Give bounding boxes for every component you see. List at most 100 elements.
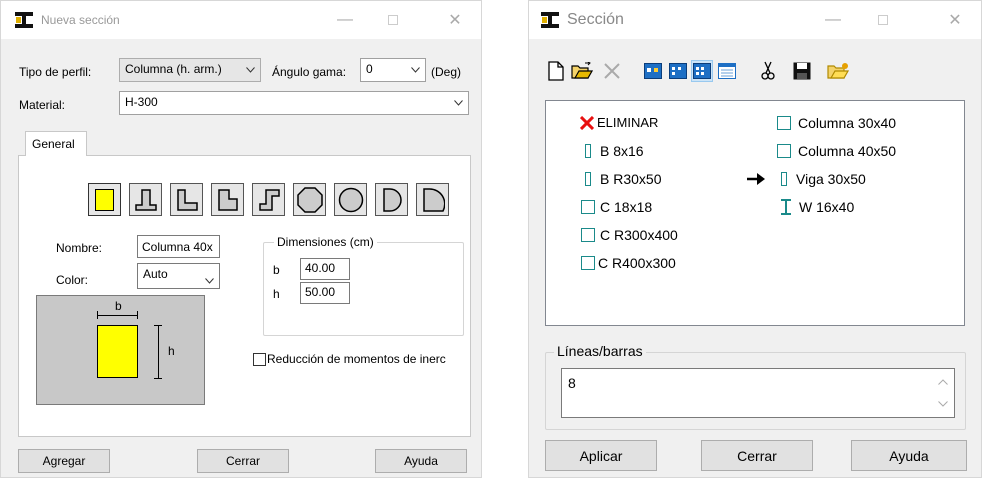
tipo-perfil-select[interactable]: Columna (h. arm.) <box>119 58 261 82</box>
delete-icon[interactable] <box>601 60 623 82</box>
list-item[interactable]: C R400x300 <box>581 255 676 271</box>
tab-general-label: General <box>32 137 75 151</box>
chevron-down-icon <box>411 67 420 73</box>
list-item[interactable]: ELIMINAR <box>580 115 658 130</box>
scroll-up-icon[interactable] <box>938 379 948 385</box>
minimize-icon[interactable]: — <box>811 1 855 39</box>
cut-icon[interactable] <box>757 60 779 82</box>
shape-quarter-circle-button[interactable] <box>416 183 449 216</box>
chevron-down-icon <box>205 278 214 284</box>
shape-l-button[interactable] <box>170 183 203 216</box>
cerrar-button[interactable]: Cerrar <box>701 440 813 471</box>
tipo-perfil-label: Tipo de perfil: <box>19 65 92 79</box>
new-document-icon[interactable] <box>545 60 567 82</box>
square-icon <box>777 116 791 130</box>
shape-toolbar <box>87 180 449 220</box>
list-item[interactable]: Columna 40x50 <box>777 143 896 159</box>
window-title: Sección <box>567 11 624 28</box>
list-item[interactable]: Viga 30x50 <box>781 171 866 187</box>
list-item-label: Viga 30x50 <box>796 171 866 187</box>
octagon-icon <box>296 186 323 213</box>
preview-b-label: b <box>115 299 122 313</box>
list-item[interactable]: Columna 30x40 <box>777 115 896 131</box>
title-bar: Sección — ✕ <box>529 1 981 39</box>
list-item-label: ELIMINAR <box>597 115 659 130</box>
square-icon <box>581 200 595 214</box>
agregar-label: Agregar <box>42 454 86 468</box>
app-i-beam-icon <box>15 12 33 28</box>
window-title: Nueva sección <box>41 13 120 27</box>
b-input[interactable]: 40.00 <box>300 258 350 280</box>
maximize-icon[interactable] <box>371 1 415 39</box>
color-label: Color: <box>56 273 89 287</box>
minimize-icon[interactable]: — <box>323 1 367 39</box>
square-icon <box>581 256 595 270</box>
shape-l2-button[interactable] <box>211 183 244 216</box>
material-select[interactable]: H-300 <box>119 91 469 115</box>
half-circle-icon <box>382 187 402 212</box>
lineas-textarea[interactable]: 8 <box>561 368 955 418</box>
h-label: h <box>273 287 280 301</box>
l-rect-icon <box>217 188 238 211</box>
dimensiones-title: Dimensiones (cm) <box>274 235 377 249</box>
view-large-icons-icon[interactable] <box>642 60 664 82</box>
reduccion-checkbox[interactable] <box>253 353 266 366</box>
scroll-down-icon[interactable] <box>938 401 948 407</box>
list-item[interactable]: W 16x40 <box>781 199 854 215</box>
maximize-icon[interactable] <box>861 1 905 39</box>
seccion-window: Sección — ✕ ELIMINAR B 8x16 B R30x50 C 1… <box>528 0 982 478</box>
shape-half-circle-button[interactable] <box>375 183 408 216</box>
save-icon[interactable] <box>791 60 813 82</box>
l-section-icon <box>176 188 198 211</box>
t-section-icon <box>134 188 157 211</box>
b-label: b <box>273 263 280 277</box>
agregar-button[interactable]: Agregar <box>18 449 110 473</box>
shape-rectangle-button[interactable] <box>88 183 121 216</box>
h-input[interactable]: 50.00 <box>300 282 350 304</box>
h-value: 50.00 <box>305 285 336 299</box>
list-item-label: B 8x16 <box>600 143 644 159</box>
tipo-perfil-value: Columna (h. arm.) <box>125 62 222 76</box>
list-item[interactable]: B R30x50 <box>585 171 661 187</box>
shape-octagon-button[interactable] <box>293 183 326 216</box>
shape-circle-button[interactable] <box>334 183 367 216</box>
aplicar-button[interactable]: Aplicar <box>545 440 657 471</box>
angulo-unit: (Deg) <box>431 65 462 79</box>
color-select[interactable]: Auto <box>137 263 220 289</box>
list-item[interactable]: C 18x18 <box>581 199 652 215</box>
section-list[interactable]: ELIMINAR B 8x16 B R30x50 C 18x18 C R300x… <box>545 100 965 326</box>
angulo-gama-select[interactable]: 0 <box>360 58 426 82</box>
section-preview: b h <box>36 295 205 405</box>
lineas-value: 8 <box>568 375 576 391</box>
material-label: Material: <box>19 98 66 112</box>
list-item-label: Columna 30x40 <box>798 115 897 131</box>
shape-z-button[interactable] <box>252 183 285 216</box>
nueva-seccion-window: Nueva sección — ✕ Tipo de perfil: Column… <box>0 0 482 478</box>
open-properties-icon[interactable] <box>827 60 849 82</box>
square-icon <box>581 228 595 242</box>
list-item-label: C R300x400 <box>600 227 678 243</box>
list-item-label: C 18x18 <box>600 199 653 215</box>
quarter-circle-icon <box>422 187 445 212</box>
open-folder-icon[interactable] <box>571 60 593 82</box>
view-list-icon[interactable] <box>691 60 713 82</box>
nombre-input[interactable]: Columna 40x <box>137 235 220 258</box>
arrow-right-icon <box>746 172 766 189</box>
list-item[interactable]: B 8x16 <box>585 143 644 159</box>
ayuda-button[interactable]: Ayuda <box>851 440 967 471</box>
close-icon[interactable]: ✕ <box>933 1 977 39</box>
chevron-down-icon <box>246 67 255 73</box>
close-icon[interactable]: ✕ <box>433 1 477 39</box>
z-section-icon <box>258 188 280 211</box>
list-item-label: B R30x50 <box>600 171 662 187</box>
ayuda-label: Ayuda <box>404 454 438 468</box>
view-small-icons-icon[interactable] <box>667 60 689 82</box>
ayuda-button[interactable]: Ayuda <box>375 449 467 473</box>
cerrar-button[interactable]: Cerrar <box>197 449 289 473</box>
view-details-icon[interactable] <box>716 60 738 82</box>
list-item[interactable]: C R300x400 <box>581 227 678 243</box>
nombre-label: Nombre: <box>56 241 103 255</box>
dimensiones-group: Dimensiones (cm) b 40.00 h 50.00 <box>263 235 464 336</box>
shape-t-button[interactable] <box>129 183 162 216</box>
tab-general[interactable]: General <box>25 131 87 156</box>
